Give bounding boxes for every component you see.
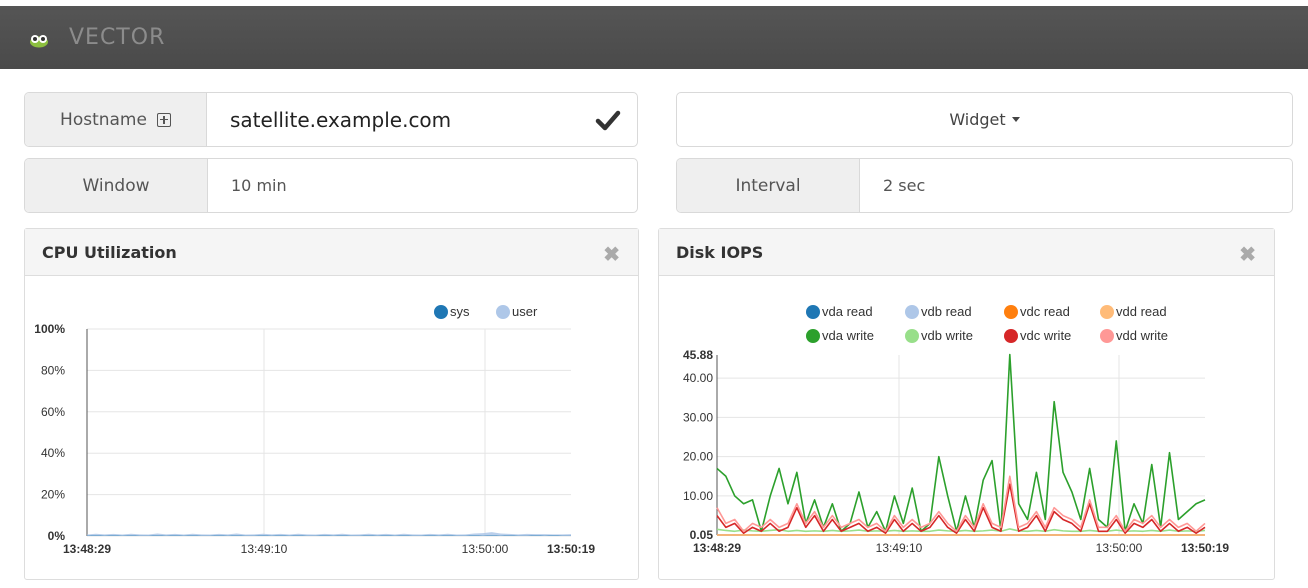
cpu-y-tick-label: 100% [34, 322, 65, 336]
interval-select[interactable]: 2 sec [883, 159, 1292, 212]
window-select[interactable]: 10 min [231, 159, 637, 212]
disk-y-tick-label: 30.00 [683, 410, 713, 424]
disk-panel-title: Disk IOPS [676, 243, 764, 262]
disk-legend-swatch[interactable] [905, 329, 919, 343]
disk-legend-swatch[interactable] [1100, 305, 1114, 319]
plus-square-icon [156, 112, 171, 127]
disk-series-vda-write [716, 353, 1206, 533]
vector-logo-icon[interactable] [28, 32, 50, 48]
disk-legend-label: vdd write [1116, 328, 1168, 343]
cpu-chart: 100% 80% 60% 40% 20% 0%13:48:29 13:49:10 13:50:… [34, 304, 595, 556]
disk-y-tick-label: 10.00 [683, 489, 713, 503]
disk-iops-panel: Disk IOPS ✖ 45.88 40.00 30.00 20.00 10.00 0.0… [658, 228, 1275, 580]
disk-legend-label: vdb write [921, 328, 973, 343]
cpu-y-tick-label: 80% [41, 363, 65, 377]
cpu-legend-label: user [512, 304, 538, 319]
cpu-legend-swatch[interactable] [434, 305, 448, 319]
disk-x-tick-label: 13:50:00 [1096, 541, 1143, 555]
cpu-y-tick-label: 40% [41, 446, 65, 460]
disk-legend-swatch[interactable] [905, 305, 919, 319]
window-addon: Window [25, 159, 208, 212]
disk-x-tick-label: 13:49:10 [876, 541, 923, 555]
hostname-addon[interactable]: Hostname [25, 93, 207, 146]
window-value: 10 min [231, 176, 287, 195]
cpu-utilization-panel: CPU Utilization ✖ 100% 80% 60% 40% 20% 0% 13:4… [24, 228, 639, 580]
top-navbar: VECTOR [0, 6, 1308, 69]
cpu-series-user [87, 532, 571, 536]
disk-legend-label: vdb read [921, 304, 972, 319]
window-group: Window 10 min [24, 158, 638, 213]
cpu-panel-close-icon[interactable]: ✖ [603, 242, 620, 267]
caret-down-icon [1011, 117, 1020, 122]
disk-chart: 45.88 40.00 30.00 20.00 10.00 0.0513:48:29 13:… [683, 304, 1229, 555]
widget-dropdown-button[interactable]: Widget [676, 92, 1293, 147]
disk-legend-swatch[interactable] [1100, 329, 1114, 343]
disk-legend-swatch[interactable] [806, 305, 820, 319]
disk-legend-label: vda read [822, 304, 873, 319]
disk-legend-label: vda write [822, 328, 874, 343]
interval-value: 2 sec [883, 176, 926, 195]
cpu-x-tick-label: 13:48:29 [63, 542, 111, 556]
disk-y-tick-label: 40.00 [683, 371, 713, 385]
disk-series-vdb-write [716, 528, 1206, 533]
cpu-y-tick-label: 20% [41, 488, 65, 502]
widget-label: Widget [949, 110, 1006, 129]
disk-y-tick-label: 0.05 [690, 528, 714, 542]
hostname-group: Hostname satellite.example.com [24, 92, 638, 147]
app-brand[interactable]: VECTOR [69, 25, 165, 50]
cpu-legend-swatch[interactable] [496, 305, 510, 319]
disk-legend-label: vdc read [1020, 304, 1070, 319]
hostname-input[interactable]: satellite.example.com [230, 93, 577, 146]
hostname-label: Hostname [60, 109, 147, 130]
cpu-legend-label: sys [450, 304, 470, 319]
cpu-panel-title: CPU Utilization [42, 243, 177, 262]
interval-group: Interval 2 sec [676, 158, 1293, 213]
window-label: Window [82, 175, 150, 196]
disk-x-tick-label: 13:50:19 [1181, 541, 1229, 555]
disk-legend-swatch[interactable] [1004, 329, 1018, 343]
cpu-y-tick-label: 60% [41, 405, 65, 419]
disk-legend-label: vdc write [1020, 328, 1071, 343]
interval-label: Interval [735, 175, 801, 196]
disk-x-tick-label: 13:48:29 [693, 541, 741, 555]
cpu-panel-header: CPU Utilization ✖ [25, 229, 638, 276]
cpu-x-tick-label: 13:50:19 [547, 542, 595, 556]
cpu-x-tick-label: 13:50:00 [462, 542, 509, 556]
disk-legend-label: vdd read [1116, 304, 1167, 319]
disk-y-tick-label: 20.00 [683, 450, 713, 464]
checkmark-icon[interactable] [595, 107, 621, 133]
interval-addon: Interval [677, 159, 860, 212]
disk-legend-swatch[interactable] [806, 329, 820, 343]
disk-panel-close-icon[interactable]: ✖ [1239, 242, 1256, 267]
hostname-value: satellite.example.com [230, 107, 452, 132]
cpu-y-tick-label: 0% [48, 529, 66, 543]
cpu-x-tick-label: 13:49:10 [241, 542, 288, 556]
disk-y-tick-label: 45.88 [683, 348, 713, 362]
disk-legend-swatch[interactable] [1004, 305, 1018, 319]
disk-panel-header: Disk IOPS ✖ [659, 229, 1274, 276]
